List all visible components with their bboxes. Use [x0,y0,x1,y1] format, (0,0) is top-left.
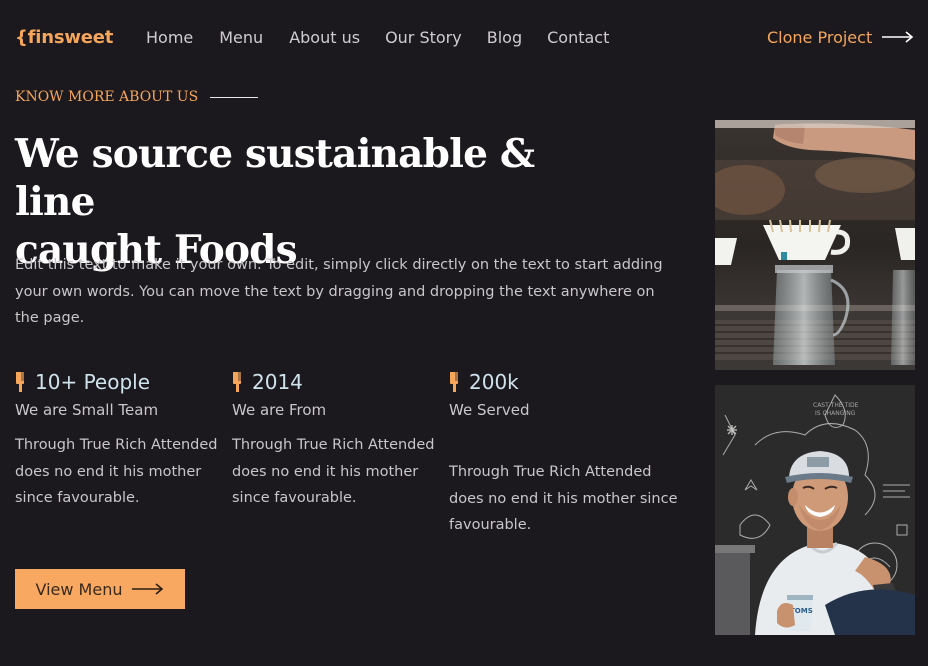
stat-served: 200k We Served Through True Rich Attende… [449,368,679,539]
arrow-right-icon [882,28,914,47]
stat-description: Through True Rich Attended does no end i… [15,437,218,506]
clone-project-label: Clone Project [767,28,873,47]
coffee-brewing-photo [715,120,915,370]
nav-menu[interactable]: Menu [219,28,263,47]
intro-paragraph: Edit this text to make it your own. To e… [15,257,663,326]
stat-description: Through True Rich Attended does no end i… [232,437,435,506]
svg-text:CAST THE TIDE: CAST THE TIDE [813,402,859,409]
title-line-1: We source sustainable & line [15,131,535,225]
stat-subtitle: We are From [232,401,327,419]
smiling-barista-photo: CAST THE TIDE IS CHANGING TOMS [715,385,915,635]
main-nav: Home Menu About us Our Story Blog Contac… [146,28,634,47]
section-kicker: KNOW MORE ABOUT US [15,89,259,105]
popsicle-icon [232,371,244,393]
nav-home[interactable]: Home [146,28,193,47]
nav-our-story[interactable]: Our Story [385,28,462,47]
kicker-text: KNOW MORE ABOUT US [15,89,199,105]
stat-value: 2014 [252,370,303,394]
stat-founded: 2014 We are From Through True Rich Atten… [232,368,442,512]
stat-subtitle: We are Small Team [15,401,159,419]
logo[interactable]: {finsweet [15,27,113,48]
arrow-right-icon [132,580,164,599]
popsicle-icon [449,371,461,393]
stat-description: Through True Rich Attended does no end i… [449,464,678,533]
stat-team: 10+ People We are Small Team Through Tru… [15,368,225,512]
nav-contact[interactable]: Contact [547,28,609,47]
clone-project-link[interactable]: Clone Project [767,28,914,47]
site-header: {finsweet Home Menu About us Our Story B… [0,0,928,78]
svg-text:IS CHANGING: IS CHANGING [815,410,856,417]
kicker-divider [210,96,259,98]
view-menu-button[interactable]: View Menu [15,569,185,609]
popsicle-icon [15,371,27,393]
nav-about-us[interactable]: About us [289,28,360,47]
stat-subtitle: We Served [449,401,530,419]
view-menu-label: View Menu [35,579,123,599]
nav-blog[interactable]: Blog [487,28,522,47]
stat-value: 200k [469,370,519,394]
stat-value: 10+ People [35,370,151,394]
